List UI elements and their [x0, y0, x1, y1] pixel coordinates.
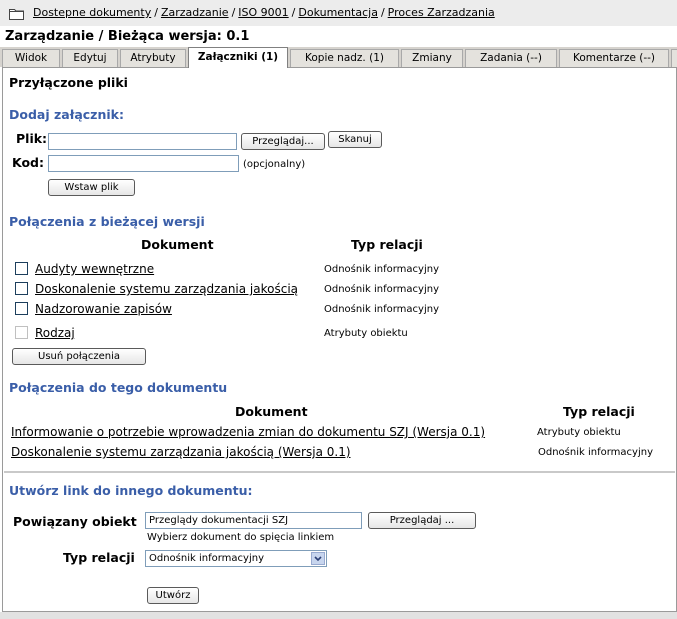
tab-controlled-copies[interactable]: Kopie nadz. (1): [290, 49, 399, 67]
linked-document-link[interactable]: Doskonalenie systemu zarządzania jakości…: [35, 282, 298, 296]
create-link-heading: Utwórz link do innego dokumentu:: [9, 483, 253, 498]
breadcrumb-link[interactable]: Zarzadzanie: [161, 6, 229, 19]
relation-type-label: Typ relacji: [63, 550, 135, 565]
attached-files-heading: Przyłączone pliki: [9, 75, 128, 90]
row-checkbox[interactable]: [15, 262, 28, 275]
chevron-down-icon[interactable]: [311, 552, 325, 565]
links-from-col-document: Dokument: [141, 237, 214, 252]
code-optional-hint: (opcjonalny): [243, 159, 306, 170]
remove-links-button[interactable]: Usuń połączenia: [12, 348, 146, 365]
breadcrumb-link[interactable]: ISO 9001: [238, 6, 288, 19]
breadcrumb-link[interactable]: Dostepne dokumenty: [33, 6, 151, 19]
related-object-label: Powiązany obiekt: [13, 514, 137, 529]
breadcrumb-link[interactable]: Proces Zarzadzania: [388, 6, 495, 19]
insert-file-button[interactable]: Wstaw plik: [48, 179, 135, 196]
tab-edit[interactable]: Edytuj: [62, 49, 118, 67]
breadcrumb-link[interactable]: Dokumentacja: [298, 6, 378, 19]
links-from-col-relation: Typ relacji: [351, 237, 423, 252]
add-attachment-heading: Dodaj załącznik:: [9, 107, 124, 122]
relation-type: Odnośnik informacyjny: [324, 284, 439, 295]
browse-related-button[interactable]: Przeglądaj ...: [368, 512, 476, 529]
breadcrumb: Dostepne dokumenty / Zarzadzanie / ISO 9001/…: [33, 6, 495, 19]
page-title: Zarządzanie / Bieżąca wersja: 0.1: [5, 29, 250, 44]
referencing-document-link[interactable]: Doskonalenie systemu zarządzania jakości…: [11, 445, 351, 459]
tab-comments[interactable]: Komentarze (--): [559, 49, 669, 67]
links-from-heading: Połączenia z bieżącej wersji: [9, 214, 205, 229]
tab-attributes[interactable]: Atrybuty: [120, 49, 186, 67]
code-input[interactable]: [48, 155, 239, 172]
row-checkbox[interactable]: [15, 302, 28, 315]
relation-type: Atrybuty obiektu: [537, 427, 621, 438]
relation-type: Odnośnik informacyjny: [324, 304, 439, 315]
relation-type: Odnośnik informacyjny: [538, 447, 653, 458]
create-link-button[interactable]: Utwórz: [147, 587, 199, 604]
browse-file-button[interactable]: Przeglądaj...: [241, 133, 325, 150]
folder-icon: [9, 5, 24, 20]
relation-type-selected: Odnośnik informacyjny: [149, 553, 264, 564]
relation-type: Atrybuty obiektu: [324, 328, 408, 339]
tab-overflow[interactable]: [671, 49, 677, 67]
links-to-heading: Połączenia do tego dokumentu: [9, 380, 228, 395]
links-to-col-document: Dokument: [235, 404, 308, 419]
tab-changes[interactable]: Zmiany: [401, 49, 463, 67]
section-divider: [4, 471, 675, 473]
relation-type: Odnośnik informacyjny: [324, 264, 439, 275]
relation-type-select[interactable]: Odnośnik informacyjny: [145, 550, 327, 567]
referencing-document-link[interactable]: Informowanie o potrzebie wprowadzenia zm…: [11, 425, 485, 439]
row-checkbox-disabled: [15, 326, 28, 339]
tab-attachments[interactable]: Załączniki (1): [188, 47, 288, 68]
linked-document-link[interactable]: Audyty wewnętrzne: [35, 262, 154, 276]
related-object-hint: Wybierz dokument do spięcia linkiem: [147, 532, 335, 543]
row-checkbox[interactable]: [15, 282, 28, 295]
tab-tasks[interactable]: Zadania (--): [465, 49, 557, 67]
links-to-col-relation: Typ relacji: [563, 404, 635, 419]
file-input[interactable]: [48, 133, 237, 150]
related-object-input[interactable]: Przeglądy dokumentacji SZJ: [145, 512, 362, 529]
file-label: Plik:: [16, 131, 48, 146]
code-label: Kod:: [12, 155, 45, 170]
linked-document-link[interactable]: Rodzaj: [35, 326, 75, 340]
tab-view[interactable]: Widok: [2, 49, 60, 67]
linked-document-link[interactable]: Nadzorowanie zapisów: [35, 302, 172, 316]
bottom-strip: [0, 612, 677, 619]
scan-button[interactable]: Skanuj: [328, 131, 382, 148]
